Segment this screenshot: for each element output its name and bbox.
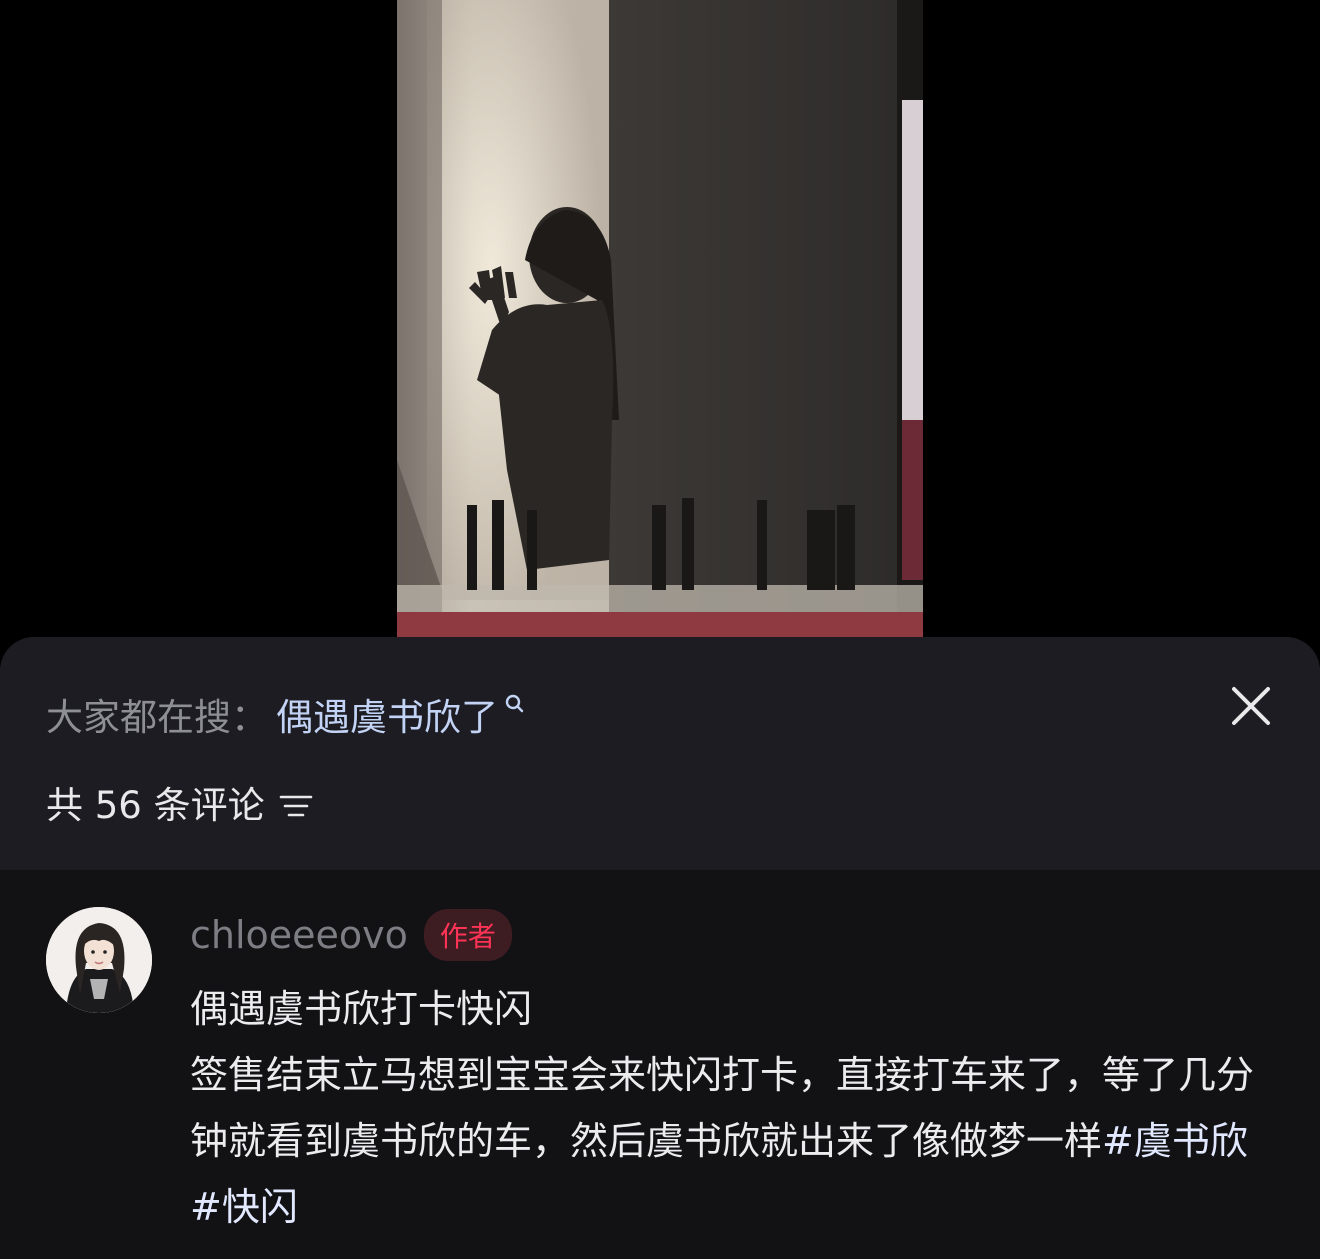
- comment-body[interactable]: 偶遇虞书欣打卡快闪 签售结束立马想到宝宝会来快闪打卡，直接打车来了，等了几分钟就…: [190, 976, 1260, 1240]
- comment-username[interactable]: chloeeeovo: [190, 913, 408, 957]
- search-icon: [504, 689, 526, 719]
- comment-author-row: chloeeeovo 作者: [190, 909, 512, 961]
- trending-search-prefix: 大家都在搜：: [46, 696, 268, 739]
- hashtag-link[interactable]: #虞书欣: [1102, 1119, 1248, 1163]
- author-badge: 作者: [423, 909, 512, 961]
- sort-icon[interactable]: [279, 787, 313, 817]
- comment-title: 偶遇虞书欣打卡快闪: [190, 987, 533, 1031]
- comment-text: 签售结束立马想到宝宝会来快闪打卡，直接打车来了，等了几分钟就看到虞书欣的车，然后…: [190, 1053, 1255, 1163]
- video-frame: [397, 0, 923, 640]
- avatar[interactable]: [46, 907, 152, 1013]
- comment-list: chloeeeovo 作者 偶遇虞书欣打卡快闪 签售结束立马想到宝宝会来快闪打卡…: [0, 870, 1320, 1259]
- trending-search-term[interactable]: 偶遇虞书欣了: [276, 687, 498, 741]
- close-button[interactable]: [1228, 683, 1274, 729]
- close-icon: [1232, 687, 1270, 725]
- video-player[interactable]: [397, 0, 923, 640]
- comment-sheet-header: 大家都在搜： 偶遇虞书欣了 共 56 条评论: [0, 637, 1320, 870]
- comment-count: 共 56 条评论: [46, 777, 313, 827]
- comment-sheet: 大家都在搜： 偶遇虞书欣了 共 56 条评论 chloeeeovo 作者 偶遇虞…: [0, 637, 1320, 1259]
- trending-search[interactable]: 大家都在搜： 偶遇虞书欣了: [46, 689, 526, 739]
- screen: 大家都在搜： 偶遇虞书欣了 共 56 条评论 chloeeeovo 作者 偶遇虞…: [0, 0, 1320, 1259]
- hashtag-link[interactable]: #快闪: [190, 1185, 298, 1229]
- user-avatar-image: [46, 907, 152, 1013]
- comment-text-container: 签售结束立马想到宝宝会来快闪打卡，直接打车来了，等了几分钟就看到虞书欣的车，然后…: [190, 1042, 1260, 1240]
- comment-count-label: 共 56 条评论: [46, 784, 265, 827]
